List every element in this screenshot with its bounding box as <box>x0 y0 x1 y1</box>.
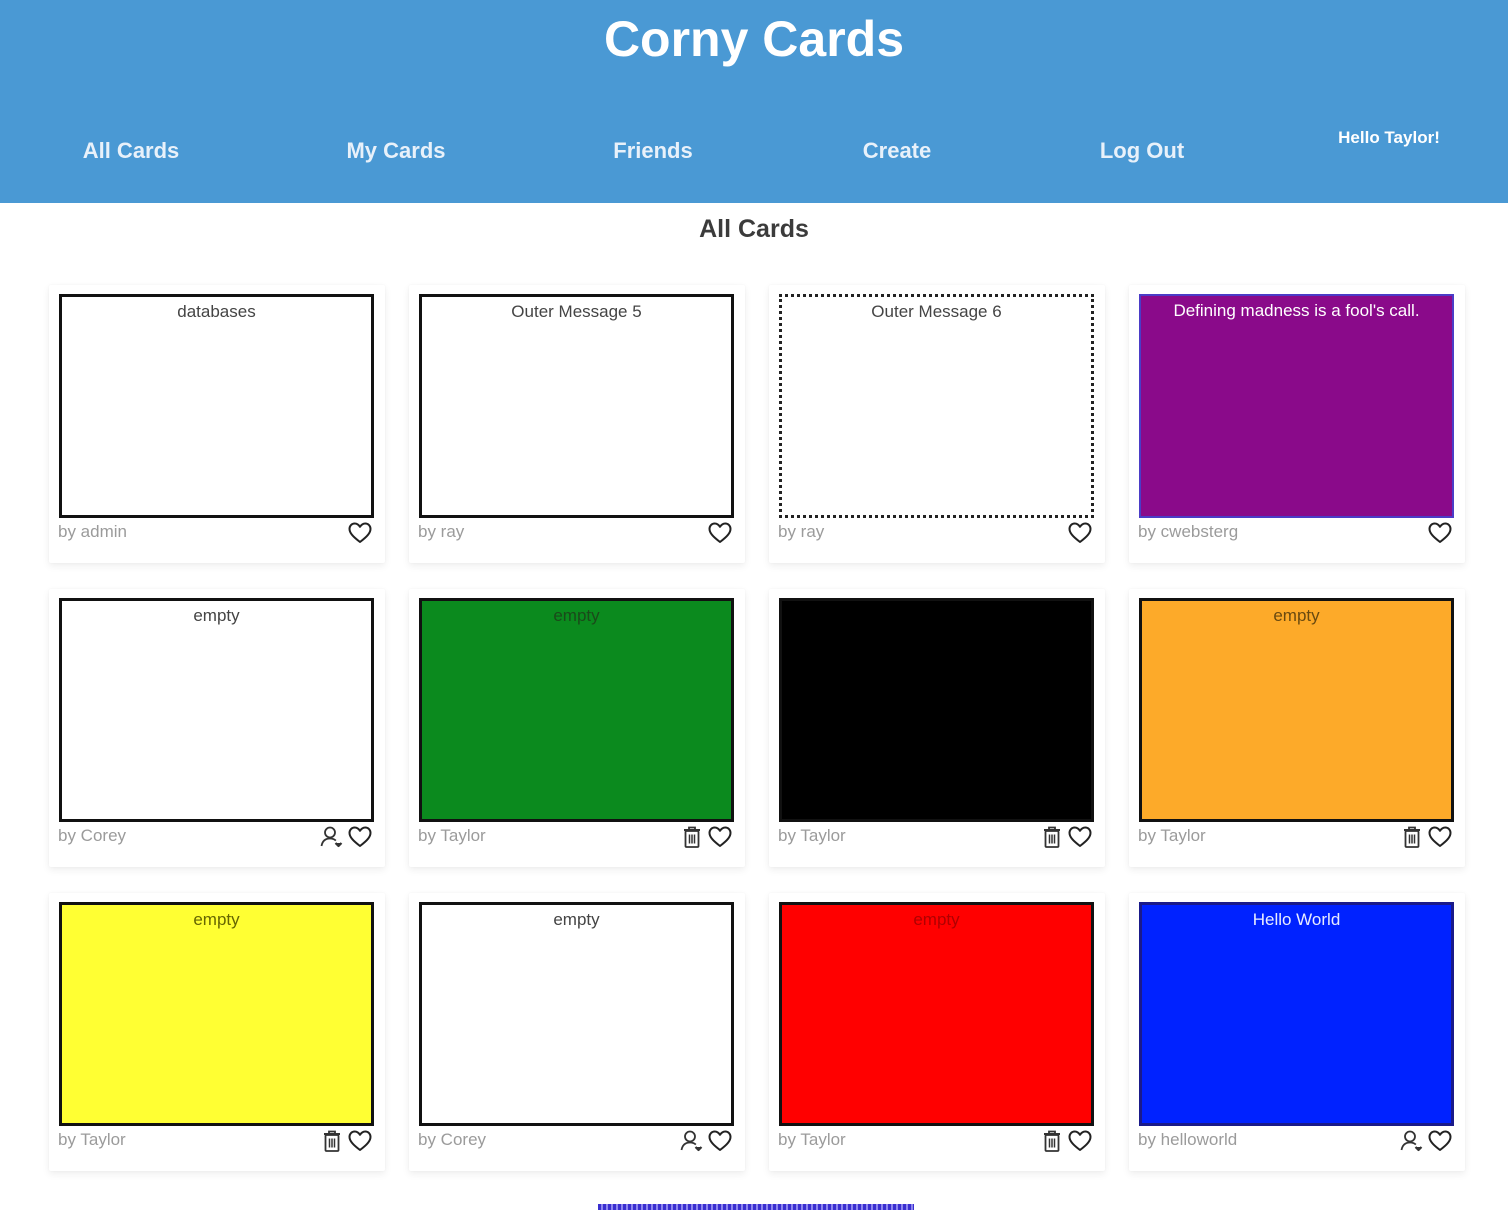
card-face[interactable]: Outer Message 6 <box>779 294 1094 518</box>
card-author: by Taylor <box>1138 826 1206 845</box>
nav-my-cards[interactable]: My Cards <box>346 138 445 164</box>
card-author: by admin <box>58 522 127 541</box>
app-header: Corny Cards All Cards My Cards Friends C… <box>0 0 1508 203</box>
heart-icon[interactable] <box>347 1129 373 1153</box>
nav-all-cards[interactable]: All Cards <box>83 138 180 164</box>
card-author: by Taylor <box>418 826 486 845</box>
card-actions <box>319 1129 373 1153</box>
card[interactable]: Defining madness is a fool's call. by cwe… <box>1129 285 1465 563</box>
heart-icon[interactable] <box>347 521 373 545</box>
card[interactable]: empty by Taylor <box>409 589 745 867</box>
app-title: Corny Cards <box>603 11 905 67</box>
card-message: Outer Message 5 <box>511 302 642 321</box>
trash-icon[interactable] <box>1039 1129 1065 1153</box>
card-message: empty <box>553 910 600 929</box>
card-actions <box>679 1129 733 1153</box>
next-section-edge <box>598 1204 914 1210</box>
card-author: by Corey <box>418 1130 487 1149</box>
card[interactable]: empty by Corey <box>409 893 745 1171</box>
card[interactable]: empty by Corey <box>49 589 385 867</box>
card-message: Defining madness is a fool's call. <box>1173 301 1420 320</box>
card-actions <box>347 521 373 545</box>
card-face[interactable]: empty <box>59 598 374 822</box>
card-author: by helloworld <box>1138 1130 1238 1149</box>
card-message: Hello World <box>1252 910 1341 929</box>
nav-log-out[interactable]: Log Out <box>1100 138 1184 164</box>
card-author: by cwebsterg <box>1138 522 1239 541</box>
user-greeting: Hello Taylor! <box>1338 128 1440 147</box>
card-actions <box>1039 825 1093 849</box>
card-author: by ray <box>778 522 825 541</box>
card[interactable]: by Taylor <box>769 589 1105 867</box>
card-actions <box>1067 521 1093 545</box>
card-face[interactable]: empty <box>419 598 734 822</box>
add-friend-icon[interactable] <box>679 1129 705 1153</box>
card-face[interactable] <box>779 598 1094 822</box>
nav-friends[interactable]: Friends <box>613 138 692 164</box>
card-message: empty <box>1273 606 1320 625</box>
card-face[interactable]: Outer Message 5 <box>419 294 734 518</box>
card-message: empty <box>913 910 960 929</box>
card-face[interactable]: empty <box>1139 598 1454 822</box>
card[interactable]: empty by Taylor <box>1129 589 1465 867</box>
card-face[interactable]: databases <box>59 294 374 518</box>
card-message: databases <box>177 302 256 321</box>
card-author: by ray <box>418 522 465 541</box>
card[interactable]: empty by Taylor <box>769 893 1105 1171</box>
heart-icon[interactable] <box>707 1129 733 1153</box>
card-message: Outer Message 6 <box>871 302 1002 321</box>
card-actions <box>319 825 373 849</box>
card[interactable]: Outer Message 5 by ray <box>409 285 745 563</box>
trash-icon[interactable] <box>319 1129 345 1153</box>
card[interactable]: databases by admin <box>49 285 385 563</box>
add-friend-icon[interactable] <box>319 825 345 849</box>
heart-icon[interactable] <box>1427 521 1453 545</box>
card-actions <box>1039 1129 1093 1153</box>
card-actions <box>1427 521 1453 545</box>
card-face[interactable]: empty <box>59 902 374 1126</box>
card-message: empty <box>193 606 240 625</box>
heart-icon[interactable] <box>1067 1129 1093 1153</box>
card-face[interactable]: Defining madness is a fool's call. <box>1139 294 1454 518</box>
heart-icon[interactable] <box>1067 521 1093 545</box>
card-face[interactable]: empty <box>419 902 734 1126</box>
heart-icon[interactable] <box>1427 1129 1453 1153</box>
card-author: by Corey <box>58 826 127 845</box>
card-face[interactable]: empty <box>779 902 1094 1126</box>
add-friend-icon[interactable] <box>1399 1129 1425 1153</box>
trash-icon[interactable] <box>1039 825 1065 849</box>
trash-icon[interactable] <box>679 825 705 849</box>
card-message: empty <box>553 606 600 625</box>
heart-icon[interactable] <box>1067 825 1093 849</box>
card-author: by Taylor <box>778 826 846 845</box>
card-actions <box>707 521 733 545</box>
card[interactable]: Outer Message 6 by ray <box>769 285 1105 563</box>
card[interactable]: empty by Taylor <box>49 893 385 1171</box>
card-author: by Taylor <box>778 1130 846 1149</box>
card-actions <box>1399 1129 1453 1153</box>
heart-icon[interactable] <box>347 825 373 849</box>
heart-icon[interactable] <box>1427 825 1453 849</box>
card-author: by Taylor <box>58 1130 126 1149</box>
card-actions <box>1399 825 1453 849</box>
trash-icon[interactable] <box>1399 825 1425 849</box>
card-face[interactable]: Hello World <box>1139 902 1454 1126</box>
card-message: empty <box>193 910 240 929</box>
heart-icon[interactable] <box>707 825 733 849</box>
page-title: All Cards <box>699 215 809 243</box>
card-actions <box>679 825 733 849</box>
heart-icon[interactable] <box>707 521 733 545</box>
nav-create[interactable]: Create <box>863 138 931 164</box>
card[interactable]: Hello World by helloworld <box>1129 893 1465 1171</box>
